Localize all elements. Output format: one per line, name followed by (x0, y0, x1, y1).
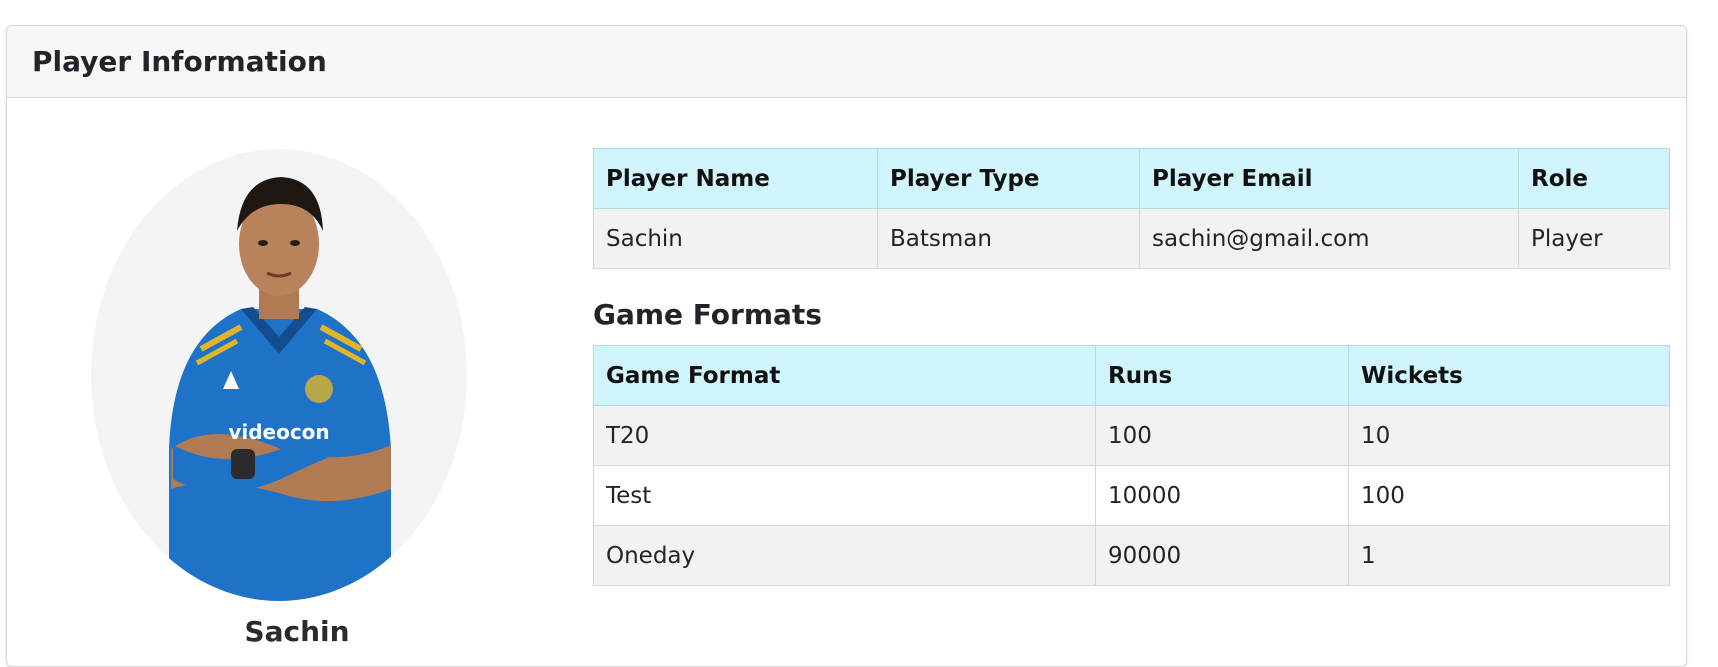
column-header: Role (1518, 148, 1670, 209)
column-header: Wickets (1348, 345, 1670, 406)
player-name-cell: Sachin (593, 208, 878, 269)
table-row: Sachin Batsman sachin@gmail.com Player (593, 208, 1670, 269)
runs-cell: 100 (1095, 405, 1349, 466)
wickets-cell: 100 (1348, 465, 1670, 526)
player-email-cell: sachin@gmail.com (1139, 208, 1519, 269)
player-information-card: Player Information videocon Sachin Playe… (6, 25, 1687, 667)
player-photo-icon: videocon (169, 177, 391, 601)
card-header: Player Information (7, 26, 1686, 98)
game-format-cell: Oneday (593, 525, 1096, 586)
svg-text:videocon: videocon (228, 420, 329, 444)
game-format-cell: T20 (593, 405, 1096, 466)
game-format-cell: Test (593, 465, 1096, 526)
table-row: T20 100 10 (593, 405, 1670, 466)
column-header: Player Type (877, 148, 1140, 209)
page-title: Player Information (32, 45, 327, 78)
table-header-row: Player Name Player Type Player Email Rol… (593, 148, 1670, 209)
player-role-cell: Player (1518, 208, 1670, 269)
player-name-caption: Sachin (244, 615, 350, 648)
section-title: Game Formats (593, 298, 822, 331)
game-formats-table: Game Format Runs Wickets T20 100 10 Test… (593, 345, 1670, 586)
player-info-table: Player Name Player Type Player Email Rol… (593, 148, 1670, 269)
column-header: Player Email (1139, 148, 1519, 209)
table-header-row: Game Format Runs Wickets (593, 345, 1670, 406)
wickets-cell: 10 (1348, 405, 1670, 466)
column-header: Runs (1095, 345, 1349, 406)
runs-cell: 90000 (1095, 525, 1349, 586)
column-header: Game Format (593, 345, 1096, 406)
player-type-cell: Batsman (877, 208, 1140, 269)
runs-cell: 10000 (1095, 465, 1349, 526)
table-row: Oneday 90000 1 (593, 525, 1670, 586)
wickets-cell: 1 (1348, 525, 1670, 586)
avatar: videocon (91, 149, 467, 601)
table-row: Test 10000 100 (593, 465, 1670, 526)
column-header: Player Name (593, 148, 878, 209)
profile-column: videocon Sachin (7, 99, 587, 659)
